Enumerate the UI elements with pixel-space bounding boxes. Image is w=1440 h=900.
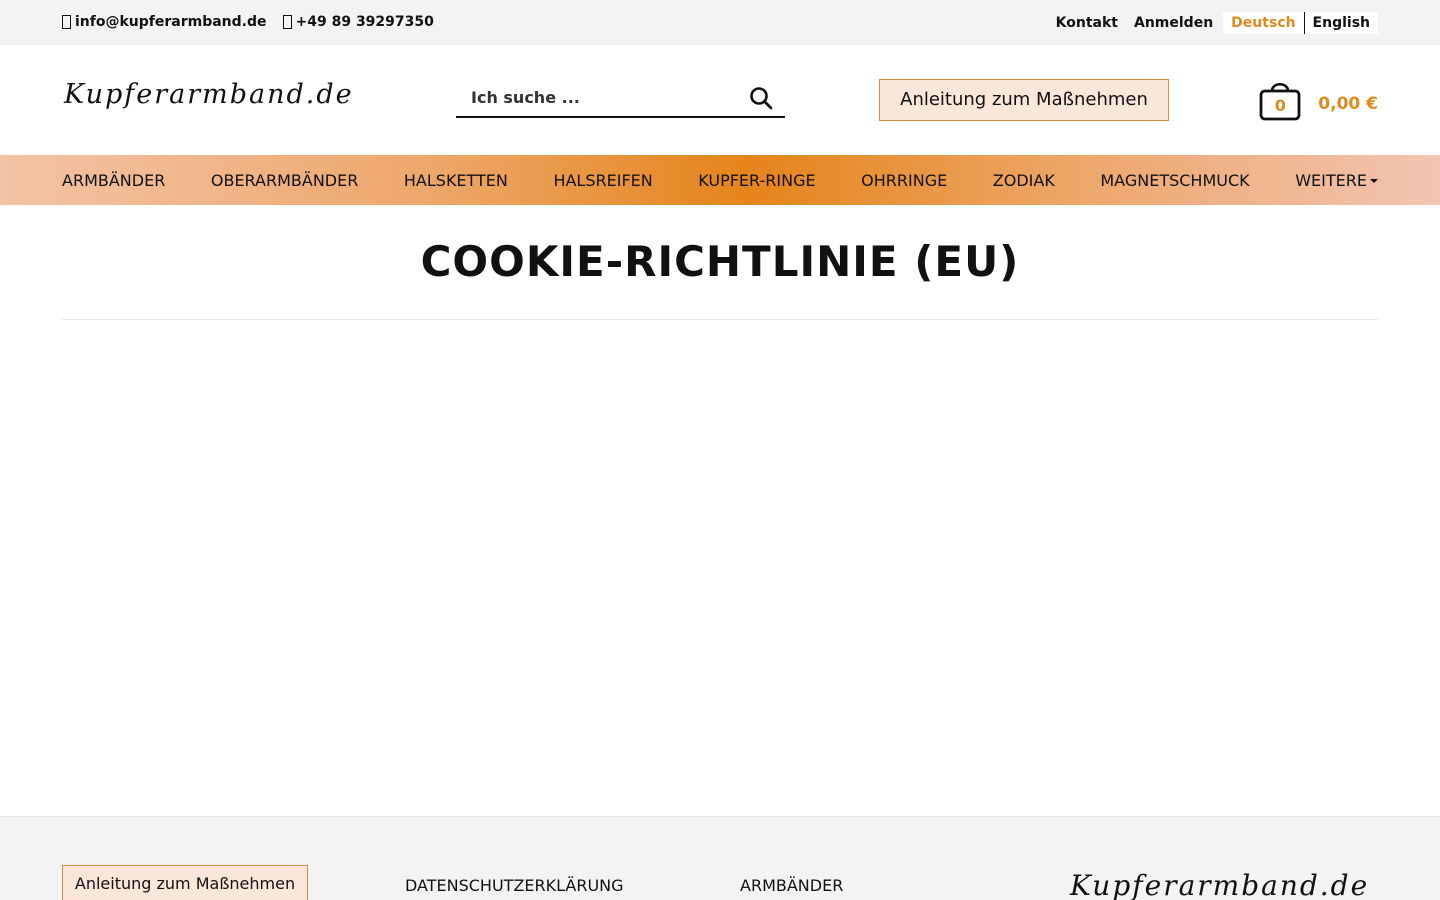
footer-logo[interactable]: Kupferarmband.de — [1070, 869, 1369, 900]
search-input[interactable] — [471, 84, 731, 110]
nav-item-halsketten[interactable]: HALSKETTEN — [404, 171, 508, 190]
cart-bag: 0 — [1258, 78, 1302, 122]
email-text: info@kupferarmband.de — [75, 14, 267, 30]
cart-widget[interactable]: 0 0,00 € — [1258, 78, 1378, 122]
language-german[interactable]: Deutsch — [1223, 12, 1305, 34]
footer-link-armbaender[interactable]: ARMBÄNDER — [740, 876, 843, 895]
phone-text: +49 89 39297350 — [295, 14, 434, 30]
contact-link[interactable]: Kontakt — [1048, 15, 1126, 31]
title-divider — [62, 319, 1378, 320]
nav-item-zodiak[interactable]: ZODIAK — [993, 171, 1055, 190]
footer-measure-guide-button[interactable]: Anleitung zum Maßnehmen — [62, 865, 308, 900]
nav-item-ohrringe[interactable]: OHRRINGE — [861, 171, 947, 190]
language-switcher: Deutsch English — [1223, 12, 1378, 34]
site-header: Kupferarmband.de Anleitung zum Maßnehmen… — [0, 45, 1440, 155]
footer-link-privacy[interactable]: DATENSCHUTZERKLÄRUNG — [405, 876, 624, 895]
top-bar: info@kupferarmband.de +49 89 39297350 Ko… — [0, 0, 1440, 45]
page-title: COOKIE-RICHTLINIE (EU) — [420, 237, 1020, 286]
phone-icon — [282, 15, 292, 29]
measure-guide-button[interactable]: Anleitung zum Maßnehmen — [879, 79, 1169, 121]
cart-count: 0 — [1274, 96, 1286, 115]
login-link[interactable]: Anmelden — [1126, 15, 1221, 31]
phone-link[interactable]: +49 89 39297350 — [282, 14, 434, 30]
nav-item-weitere[interactable]: WEITERE — [1295, 171, 1378, 190]
search-bar — [456, 78, 785, 118]
nav-item-armbaender[interactable]: ARMBÄNDER — [62, 171, 165, 190]
nav-item-oberarmbaender[interactable]: OBERARMBÄNDER — [211, 171, 358, 190]
contact-info: info@kupferarmband.de +49 89 39297350 — [62, 14, 434, 30]
language-english[interactable]: English — [1305, 12, 1378, 34]
nav-item-halsreifen[interactable]: HALSREIFEN — [553, 171, 652, 190]
email-link[interactable]: info@kupferarmband.de — [62, 14, 267, 30]
main-navigation: ARMBÄNDER OBERARMBÄNDER HALSKETTEN HALSR… — [0, 155, 1440, 205]
nav-item-magnetschmuck[interactable]: MAGNETSCHMUCK — [1100, 171, 1249, 190]
site-logo[interactable]: Kupferarmband.de — [64, 79, 354, 110]
top-links: Kontakt Anmelden Deutsch English — [1048, 12, 1378, 34]
nav-item-weitere-label: WEITERE — [1295, 170, 1367, 190]
cart-total: 0,00 € — [1318, 94, 1378, 114]
nav-item-kupfer-ringe[interactable]: KUPFER-RINGE — [698, 171, 815, 190]
mail-icon — [62, 15, 71, 29]
caret-down-icon — [1369, 179, 1378, 183]
site-footer: Anleitung zum Maßnehmen DATENSCHUTZERKLÄ… — [0, 816, 1440, 900]
search-icon[interactable] — [749, 86, 773, 110]
